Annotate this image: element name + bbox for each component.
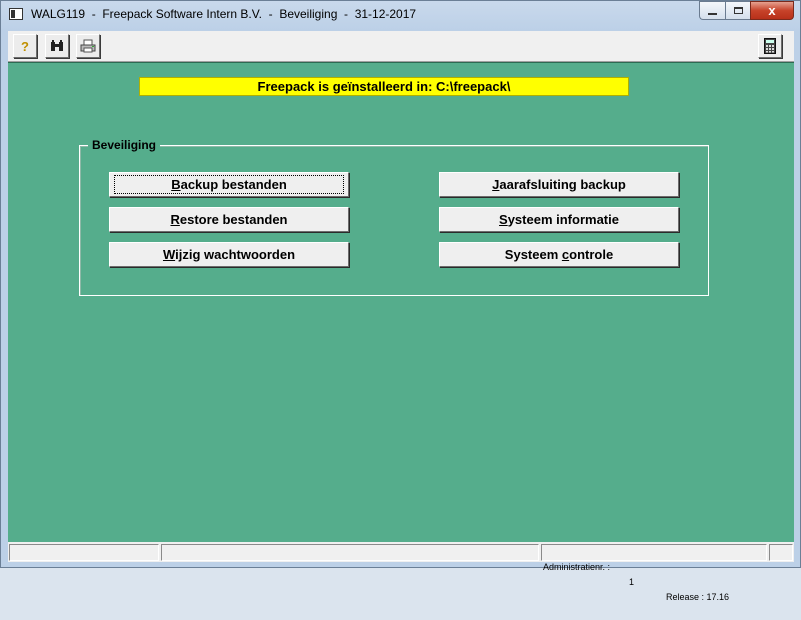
- security-groupbox: Beveiliging Backup bestanden Restore bes…: [79, 138, 709, 296]
- help-icon: ?: [21, 38, 29, 54]
- window-controls: x: [699, 1, 794, 20]
- change-passwords-button[interactable]: Wijzig wachtwoorden: [109, 242, 349, 267]
- button-label: Systeem controle: [504, 247, 614, 262]
- maximize-button[interactable]: [725, 1, 750, 20]
- minimize-button[interactable]: [699, 1, 725, 20]
- maximize-icon: [733, 7, 743, 14]
- status-panel-1: [9, 544, 159, 561]
- year-end-backup-button[interactable]: Jaarafsluiting backup: [439, 172, 679, 197]
- calculator-button[interactable]: [758, 34, 782, 58]
- status-panel-2: [161, 544, 539, 561]
- install-path-banner: Freepack is geïnstalleerd in: C:\freepac…: [139, 77, 629, 96]
- status-panel-admin: Administratienr. : 1 Release : 17.16: [541, 544, 767, 602]
- title-bar[interactable]: WALG119 - Freepack Software Intern B.V. …: [1, 1, 800, 29]
- release-version: Release : 17.16: [666, 592, 730, 602]
- print-button[interactable]: [76, 34, 100, 58]
- button-label: Restore bestanden: [170, 212, 288, 227]
- button-label: Jaarafsluiting backup: [492, 177, 626, 192]
- minimize-icon: [708, 12, 717, 15]
- system-information-button[interactable]: Systeem informatie: [439, 207, 679, 232]
- binoculars-icon: [51, 40, 63, 51]
- system-check-button[interactable]: Systeem controle: [439, 242, 679, 267]
- status-panel-grip[interactable]: [769, 544, 793, 561]
- restore-files-button[interactable]: Restore bestanden: [109, 207, 349, 232]
- button-label: Systeem informatie: [499, 212, 619, 227]
- calculator-icon: [764, 38, 776, 54]
- help-button[interactable]: ?: [13, 34, 37, 58]
- app-icon[interactable]: [9, 8, 23, 20]
- button-label: Wijzig wachtwoorden: [162, 247, 296, 262]
- backup-files-button[interactable]: Backup bestanden: [109, 172, 349, 197]
- status-bar: Administratienr. : 1 Release : 17.16: [8, 542, 794, 602]
- groupbox-legend: Beveiliging: [88, 138, 161, 152]
- button-label: Backup bestanden: [114, 175, 344, 194]
- toolbar: ?: [8, 31, 794, 62]
- administration-number-value: 1: [629, 577, 635, 587]
- printer-icon: [80, 39, 96, 53]
- close-button[interactable]: x: [750, 1, 794, 20]
- search-button[interactable]: [45, 34, 69, 58]
- window-title: WALG119 - Freepack Software Intern B.V. …: [31, 7, 417, 21]
- close-icon: x: [768, 3, 776, 18]
- application-window: WALG119 - Freepack Software Intern B.V. …: [0, 0, 801, 602]
- main-panel: Freepack is geïnstalleerd in: C:\freepac…: [8, 62, 794, 542]
